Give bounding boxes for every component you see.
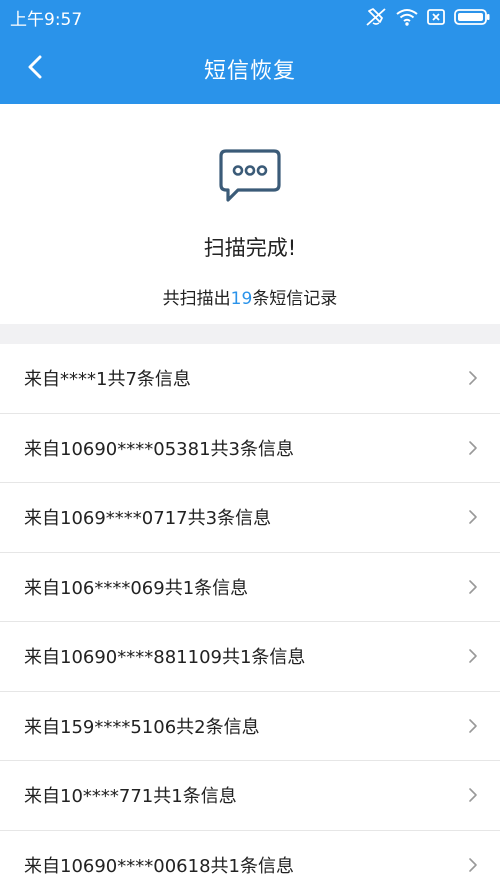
scan-status-text: 扫描完成! (203, 236, 297, 260)
chevron-right-icon (468, 370, 478, 386)
chevron-right-icon (468, 787, 478, 803)
sms-record-row[interactable]: 来自1069****0717共3条信息 (0, 483, 500, 553)
sms-record-label: 来自10****771共1条信息 (24, 786, 237, 808)
back-button[interactable] (14, 48, 56, 90)
scan-summary: 扫描完成! 共扫描出19条短信记录 (0, 104, 500, 324)
chevron-right-icon (468, 579, 478, 595)
status-icons (365, 7, 490, 27)
sms-record-row[interactable]: 来自10690****05381共3条信息 (0, 414, 500, 483)
sms-record-label: 来自****1共7条信息 (24, 369, 191, 391)
sms-record-row[interactable]: 来自****1共7条信息 (0, 344, 500, 414)
status-bar: 上午9:57 (0, 0, 500, 34)
scan-count-suffix: 条短信记录 (252, 289, 338, 309)
sms-record-label: 来自10690****00618共1条信息 (24, 855, 294, 877)
chevron-right-icon (468, 440, 478, 456)
section-divider (0, 324, 500, 344)
sms-record-row[interactable]: 来自10690****00618共1条信息 (0, 831, 500, 888)
chevron-right-icon (468, 648, 478, 664)
sms-record-label: 来自106****069共1条信息 (24, 577, 249, 599)
sms-record-row[interactable]: 来自10****771共1条信息 (0, 761, 500, 831)
scan-count-value: 19 (230, 289, 253, 309)
sms-record-label: 来自10690****05381共3条信息 (24, 438, 294, 460)
scan-count-prefix: 共扫描出 (162, 289, 231, 309)
chevron-right-icon (468, 718, 478, 734)
sim-x-icon (427, 9, 445, 25)
chevron-right-icon (468, 509, 478, 525)
sms-record-list: 来自****1共7条信息 来自10690****05381共3条信息 来自106… (0, 344, 500, 888)
page-title: 短信恢复 (203, 59, 296, 84)
sms-record-label: 来自10690****881109共1条信息 (24, 647, 306, 669)
status-time: 上午9:57 (10, 9, 83, 30)
sms-record-row[interactable]: 来自10690****881109共1条信息 (0, 622, 500, 692)
wifi-icon (396, 8, 418, 26)
scan-count-text: 共扫描出19条短信记录 (163, 284, 338, 309)
battery-icon (454, 9, 490, 25)
sms-record-row[interactable]: 来自106****069共1条信息 (0, 553, 500, 622)
chevron-left-icon (27, 55, 43, 83)
message-bubble-icon (218, 148, 282, 210)
chevron-right-icon (468, 857, 478, 873)
sms-record-label: 来自1069****0717共3条信息 (24, 508, 272, 530)
sms-record-label: 来自159****5106共2条信息 (24, 716, 260, 738)
sms-record-row[interactable]: 来自159****5106共2条信息 (0, 692, 500, 761)
vibrate-off-icon (365, 7, 387, 27)
title-bar: 短信恢复 (0, 34, 500, 104)
